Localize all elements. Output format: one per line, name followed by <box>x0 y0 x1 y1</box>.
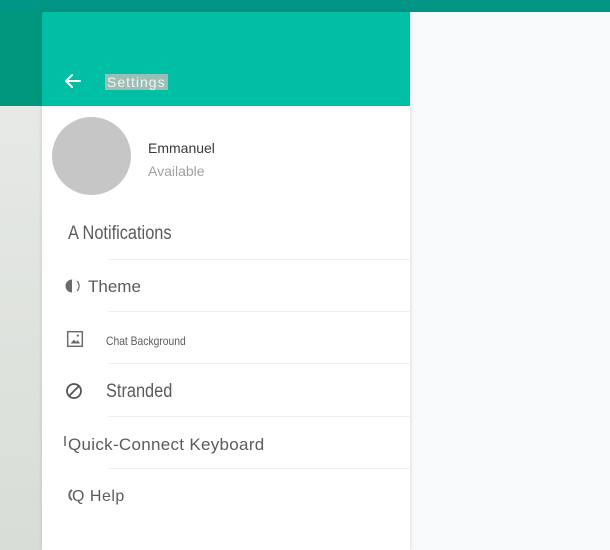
menu-item-label: Theme <box>88 277 141 296</box>
back-button[interactable] <box>62 70 84 92</box>
divider <box>108 363 410 364</box>
blocked-icon <box>66 383 82 399</box>
profile-status: Available <box>148 163 205 179</box>
menu-item-notifications[interactable]: A Notifications <box>42 208 410 260</box>
keyboard-icon <box>64 436 66 446</box>
menu-item-keyboard[interactable]: Quick-Connect Keyboard <box>42 417 410 469</box>
profile-name: Emmanuel <box>148 140 215 156</box>
menu-item-label: Quick-Connect Keyboard <box>68 435 265 454</box>
page-title: Settings <box>105 74 168 90</box>
arrow-left-icon <box>65 74 81 88</box>
window-top-strip <box>0 0 610 12</box>
profile-section[interactable]: Emmanuel Available <box>42 106 410 214</box>
theme-icon <box>65 279 80 293</box>
drawer-header: Settings <box>42 12 410 106</box>
right-content-pane <box>410 12 610 550</box>
settings-drawer: Settings Emmanuel Available A Notificati… <box>42 12 410 550</box>
menu-item-label: Chat Background <box>106 334 186 348</box>
menu-item-chat-background[interactable]: Chat Background <box>42 312 410 364</box>
menu-item-theme[interactable]: Theme <box>42 260 410 312</box>
menu-item-help[interactable]: Q Help <box>42 470 410 510</box>
menu-item-blocked[interactable]: Stranded <box>42 365 410 417</box>
divider <box>108 468 410 469</box>
menu-item-label: Stranded <box>106 381 173 402</box>
wallpaper-icon <box>66 330 84 348</box>
menu-item-label: Q Help <box>72 488 125 505</box>
background-main-area <box>0 106 42 550</box>
avatar[interactable] <box>52 117 131 195</box>
menu-item-label: A Notifications <box>68 223 172 244</box>
